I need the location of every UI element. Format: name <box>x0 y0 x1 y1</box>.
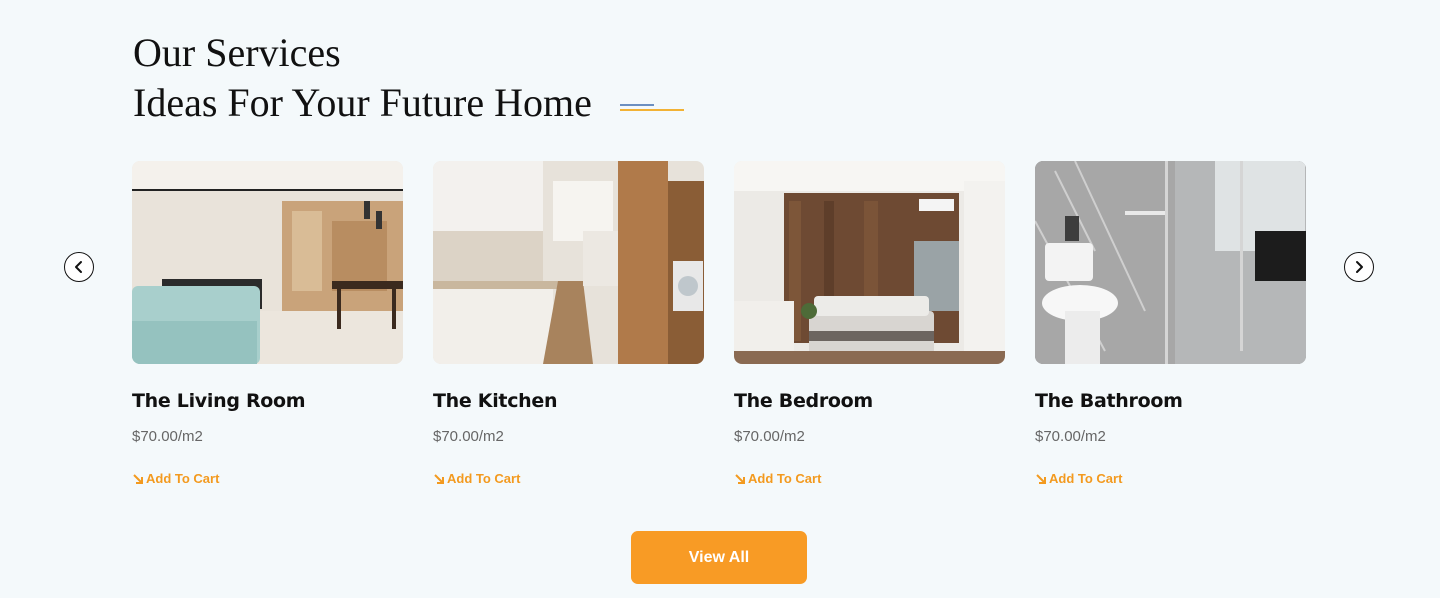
card-title: The Living Room <box>132 390 306 412</box>
arrow-down-right-icon <box>735 473 745 484</box>
service-card-kitchen: The Kitchen $70.00/m2 Add To Cart <box>433 161 704 486</box>
add-to-cart-link[interactable]: Add To Cart <box>132 471 403 486</box>
add-to-cart-link[interactable]: Add To Cart <box>433 471 704 486</box>
bedroom-photo[interactable] <box>734 161 1005 364</box>
card-title: The Kitchen <box>433 390 558 412</box>
card-price: $70.00/m2 <box>132 428 203 445</box>
section-subtitle: Ideas For Your Future Home <box>133 80 592 125</box>
add-to-cart-link[interactable]: Add To Cart <box>1035 471 1306 486</box>
arrow-down-right-icon <box>133 473 143 484</box>
chevron-left-icon <box>75 261 82 273</box>
card-price: $70.00/m2 <box>1035 428 1106 445</box>
carousel-prev-button[interactable] <box>64 252 94 282</box>
add-to-cart-label: Add To Cart <box>1049 471 1123 486</box>
arrow-down-right-icon <box>434 473 444 484</box>
arrow-down-right-icon <box>1036 473 1046 484</box>
service-card-living-room: The Living Room $70.00/m2 Add To Cart <box>132 161 403 486</box>
card-title: The Bedroom <box>734 390 873 412</box>
card-price: $70.00/m2 <box>433 428 504 445</box>
living-room-photo[interactable] <box>132 161 403 364</box>
service-card-bedroom: The Bedroom $70.00/m2 Add To Cart <box>734 161 1005 486</box>
kitchen-photo[interactable] <box>433 161 704 364</box>
view-all-button[interactable]: View All <box>631 531 807 584</box>
section-title: Our Services <box>133 30 341 75</box>
add-to-cart-label: Add To Cart <box>447 471 521 486</box>
card-title: The Bathroom <box>1035 390 1183 412</box>
card-price: $70.00/m2 <box>734 428 805 445</box>
add-to-cart-label: Add To Cart <box>146 471 220 486</box>
carousel-next-button[interactable] <box>1344 252 1374 282</box>
title-underline-decoration <box>620 100 686 114</box>
section-heading: Our Services Ideas For Your Future Home <box>133 28 592 128</box>
add-to-cart-link[interactable]: Add To Cart <box>734 471 1005 486</box>
bathroom-photo[interactable] <box>1035 161 1306 364</box>
chevron-right-icon <box>1356 261 1363 273</box>
service-card-bathroom: The Bathroom $70.00/m2 Add To Cart <box>1035 161 1306 486</box>
add-to-cart-label: Add To Cart <box>748 471 822 486</box>
